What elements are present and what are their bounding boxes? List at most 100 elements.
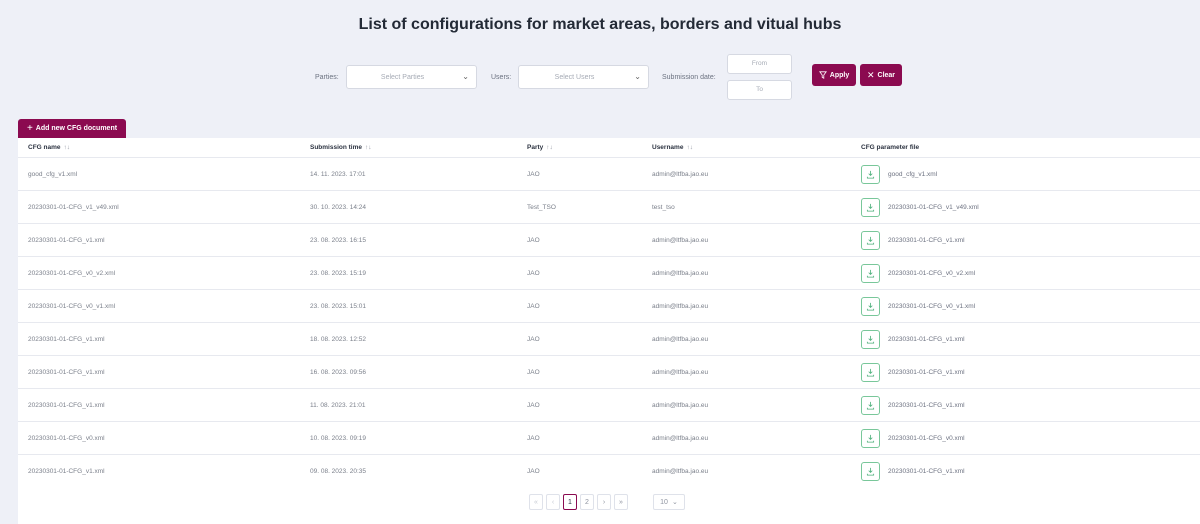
cfg-file-link[interactable]: 20230301-01-CFG_v1.xml (888, 402, 965, 409)
table-row: 20230301-01-CFG_v1.xml 11. 08. 2023. 21:… (18, 388, 1200, 421)
download-icon (866, 467, 875, 476)
col-username[interactable]: Username ↑↓ (652, 144, 693, 151)
cfg-file-link[interactable]: 20230301-01-CFG_v1.xml (888, 336, 965, 343)
download-button[interactable] (861, 165, 880, 184)
table-header: CFG name ↑↓ Submission time ↑↓ Party ↑↓ Use… (18, 140, 1200, 158)
prev-page-button[interactable]: ‹ (546, 494, 560, 510)
cell-party: JAO (527, 402, 540, 409)
next-page-button[interactable]: › (597, 494, 611, 510)
cfg-file-link[interactable]: 20230301-01-CFG_v1.xml (888, 237, 965, 244)
cell-username: admin@ltfba.jao.eu (652, 369, 709, 376)
date-to-input[interactable]: To (727, 80, 792, 100)
parties-select-placeholder: Select Parties (380, 74, 425, 81)
col-cfg-file: CFG parameter file (861, 144, 919, 151)
cell-username: admin@ltfba.jao.eu (652, 237, 709, 244)
col-cfg-file-label: CFG parameter file (861, 144, 920, 151)
cfg-file-link[interactable]: 20230301-01-CFG_v0_v2.xml (888, 270, 975, 277)
cell-party: JAO (527, 171, 540, 178)
cell-cfg-name: 20230301-01-CFG_v0_v1.xml (28, 303, 116, 310)
cell-submission-time: 10. 08. 2023. 09:19 (310, 435, 367, 442)
sort-icon: ↑↓ (686, 144, 693, 151)
download-button[interactable] (861, 264, 880, 283)
download-icon (866, 236, 875, 245)
cell-cfg-name: 20230301-01-CFG_v0.xml (28, 435, 105, 442)
add-new-cfg-label: Add new CFG document (35, 125, 118, 132)
download-button[interactable] (861, 297, 880, 316)
cell-submission-time: 16. 08. 2023. 09:56 (310, 369, 367, 376)
sort-icon: ↑↓ (63, 144, 71, 151)
cell-party: JAO (527, 303, 540, 310)
download-button[interactable] (861, 396, 880, 415)
page-button-2[interactable]: 2 (580, 494, 594, 510)
cell-submission-time: 23. 08. 2023. 15:01 (310, 303, 367, 310)
chevron-down-icon: ⌄ (462, 72, 469, 81)
table-row: 20230301-01-CFG_v0_v2.xml 23. 08. 2023. … (18, 256, 1200, 289)
cell-submission-time: 11. 08. 2023. 21:01 (310, 402, 366, 409)
cell-cfg-name: 20230301-01-CFG_v1.xml (28, 237, 105, 244)
download-button[interactable] (861, 198, 880, 217)
table-row: 20230301-01-CFG_v1.xml 16. 08. 2023. 09:… (18, 355, 1200, 388)
first-page-button[interactable]: « (529, 494, 543, 510)
download-button[interactable] (861, 363, 880, 382)
page-size-value: 10 (660, 498, 668, 506)
cell-username: admin@ltfba.jao.eu (652, 336, 709, 343)
download-icon (866, 368, 875, 377)
cfg-file-link[interactable]: 20230301-01-CFG_v1.xml (888, 468, 965, 475)
cell-party: JAO (527, 336, 540, 343)
download-button[interactable] (861, 330, 880, 349)
chevron-down-icon: ⌄ (634, 72, 641, 81)
users-select-placeholder: Select Users (554, 74, 595, 81)
page-size-select[interactable]: 10 ⌄ (653, 494, 685, 510)
download-icon (866, 170, 875, 179)
cell-cfg-name: 20230301-01-CFG_v1.xml (28, 402, 105, 409)
cell-username: admin@ltfba.jao.eu (652, 468, 709, 475)
chevron-down-icon: ⌄ (671, 499, 678, 506)
download-button[interactable] (861, 231, 880, 250)
cell-submission-time: 14. 11. 2023. 17:01 (310, 171, 366, 178)
apply-button[interactable]: Apply (812, 64, 856, 86)
cell-party: JAO (527, 270, 540, 277)
cfg-file-link[interactable]: 20230301-01-CFG_v1_v49.xml (888, 204, 979, 211)
cell-cfg-name: 20230301-01-CFG_v1.xml (28, 336, 105, 343)
date-from-input[interactable]: From (727, 54, 792, 74)
download-icon (866, 302, 875, 311)
parties-label: Parties: (315, 74, 339, 81)
clear-button-label: Clear (877, 71, 896, 79)
page-button-1[interactable]: 1 (563, 494, 577, 510)
cell-username: admin@ltfba.jao.eu (652, 171, 709, 178)
close-icon: ✕ (866, 69, 875, 80)
page-title: List of configurations for market areas,… (358, 16, 842, 33)
clear-button[interactable]: ✕ Clear (860, 64, 902, 86)
parties-select[interactable]: Select Parties ⌄ (346, 65, 477, 89)
download-button[interactable] (861, 429, 880, 448)
table-row: 20230301-01-CFG_v1.xml 18. 08. 2023. 12:… (18, 322, 1200, 355)
cell-cfg-name: 20230301-01-CFG_v1_v49.xml (28, 204, 119, 211)
table-row: 20230301-01-CFG_v1.xml 23. 08. 2023. 16:… (18, 223, 1200, 256)
cfg-file-link[interactable]: good_cfg_v1.xml (888, 171, 937, 178)
col-cfg-name[interactable]: CFG name ↑↓ (28, 144, 70, 151)
col-cfg-name-label: CFG name (28, 144, 61, 151)
cell-party: JAO (527, 468, 540, 475)
filter-bar: Parties: Select Parties ⌄ Users: Select … (0, 54, 1200, 102)
last-page-button[interactable]: » (614, 494, 628, 510)
cfg-file-link[interactable]: 20230301-01-CFG_v0_v1.xml (888, 303, 975, 310)
col-submission-time[interactable]: Submission time ↑↓ (310, 144, 372, 151)
col-party[interactable]: Party ↑↓ (527, 144, 553, 151)
download-icon (866, 269, 875, 278)
col-party-label: Party (527, 144, 544, 151)
cfg-file-link[interactable]: 20230301-01-CFG_v1.xml (888, 369, 965, 376)
cell-username: admin@ltfba.jao.eu (652, 303, 709, 310)
download-icon (866, 434, 875, 443)
filter-icon (818, 71, 827, 79)
cfg-file-link[interactable]: 20230301-01-CFG_v0.xml (888, 435, 965, 442)
pagination: « ‹ 1 2 › » (529, 494, 628, 510)
table-row: good_cfg_v1.xml 14. 11. 2023. 17:01 JAO … (18, 157, 1200, 190)
cell-username: admin@ltfba.jao.eu (652, 270, 709, 277)
users-select[interactable]: Select Users ⌄ (518, 65, 649, 89)
table-row: 20230301-01-CFG_v1.xml 09. 08. 2023. 20:… (18, 454, 1200, 487)
cell-party: JAO (527, 435, 540, 442)
cell-submission-time: 23. 08. 2023. 16:15 (310, 237, 367, 244)
download-button[interactable] (861, 462, 880, 481)
add-new-cfg-button[interactable]: + Add new CFG document (18, 119, 126, 138)
cell-cfg-name: good_cfg_v1.xml (28, 171, 78, 178)
